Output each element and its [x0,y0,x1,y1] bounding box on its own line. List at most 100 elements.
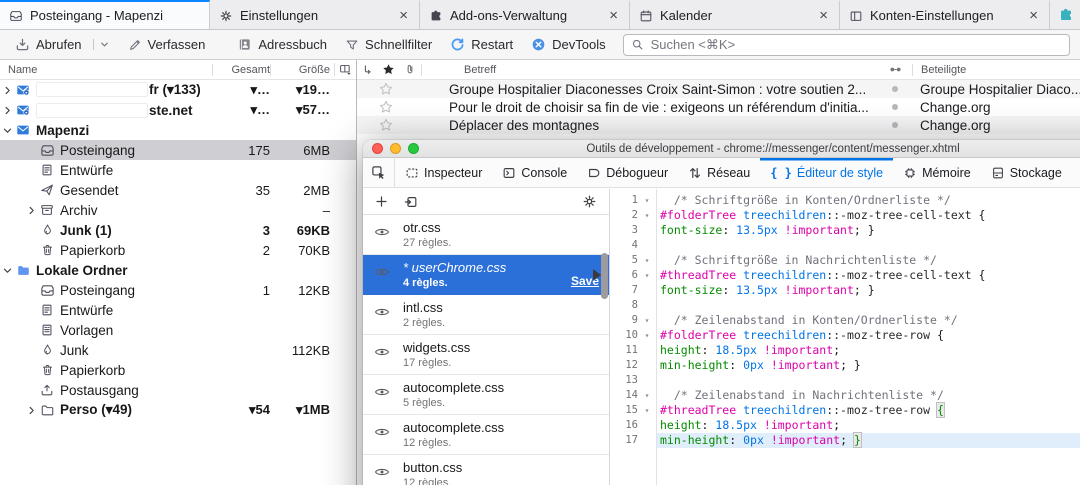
message-row[interactable]: Pour le droit de choisir sa fin de vie :… [357,98,1080,116]
chevron-right-icon[interactable] [0,105,14,116]
eye-icon[interactable] [374,346,390,358]
folder-row[interactable]: Papierkorb270KB [0,240,356,260]
chevron-right-icon[interactable] [24,405,38,416]
fold-arrow-icon[interactable]: ▾ [638,328,656,343]
read-column-button[interactable] [878,64,912,75]
attachment-column-button[interactable] [399,63,421,76]
star-toggle[interactable] [357,82,397,96]
code-line[interactable]: 17min-height: 0px !important; } [610,433,1080,448]
restart-button[interactable]: Restart [441,33,522,57]
tab-addons[interactable]: Add-ons-Verwaltung × [420,0,630,29]
folder-row[interactable]: Posteingang112KB [0,280,356,300]
close-icon[interactable]: × [397,8,410,23]
fold-arrow-icon[interactable]: ▾ [638,208,656,223]
column-header-beteiligte[interactable]: Beteiligte [912,64,1080,76]
folder-row[interactable]: fr (▾133)▾…▾19… [0,80,356,100]
eye-icon[interactable] [374,306,390,318]
devtools-tab-r-seau[interactable]: Réseau [678,158,760,187]
compose-button[interactable]: Verfassen [119,33,215,57]
code-line[interactable]: 16height: 18.5px !important; [610,418,1080,433]
message-row[interactable]: Déplacer des montagnesChange.org [357,116,1080,134]
chevron-down-icon[interactable] [0,265,14,276]
eye-icon[interactable] [374,426,390,438]
code-line[interactable]: 2▾#folderTree treechildren::-moz-tree-ce… [610,208,1080,223]
code-line[interactable]: 7font-size: 13.5px !important; } [610,283,1080,298]
get-messages-dropdown[interactable] [93,39,110,50]
devtools-tab--diteur-de-style[interactable]: { }Éditeur de style [760,158,893,187]
code-line[interactable]: 5▾ /* Schriftgröße in Nachrichtenliste *… [610,253,1080,268]
search-field[interactable] [623,34,1070,56]
import-sheet-button[interactable] [404,195,418,209]
tab-konten-einstellungen[interactable]: Konten-Einstellungen × [840,0,1050,29]
tab-einstellungen[interactable]: Einstellungen × [210,0,420,29]
search-input[interactable] [649,36,1062,53]
code-line[interactable]: 9▾ /* Zeilenabstand in Konten/Ordnerlist… [610,313,1080,328]
folder-row[interactable]: Posteingang1756MB [0,140,356,160]
folder-row[interactable]: Lokale Ordner [0,260,356,280]
fold-arrow-icon[interactable]: ▾ [638,193,656,208]
stylesheet-item[interactable]: autocomplete.css5 règles. [363,375,609,415]
stylesheet-item[interactable]: widgets.css17 règles. [363,335,609,375]
stylesheet-item[interactable]: * userChrome.css4 règles.Save [363,255,609,295]
folder-row[interactable]: Entwürfe [0,160,356,180]
code-line[interactable]: 14▾ /* Zeilenabstand in Nachrichtenliste… [610,388,1080,403]
fold-arrow-icon[interactable]: ▾ [638,388,656,403]
eye-icon[interactable] [374,266,390,278]
new-sheet-button[interactable] [375,195,388,208]
node-picker-button[interactable] [363,158,395,187]
star-toggle[interactable] [357,118,397,132]
column-picker-button[interactable] [334,63,356,76]
code-line[interactable]: 8 [610,298,1080,313]
code-line[interactable]: 4 [610,238,1080,253]
devtools-tab-d-bogueur[interactable]: Débogueur [577,158,678,187]
chevron-down-icon[interactable] [0,125,14,136]
folder-row[interactable]: Gesendet352MB [0,180,356,200]
star-column-button[interactable] [377,63,399,76]
stylesheet-item[interactable]: button.css12 règles. [363,455,609,485]
chevron-right-icon[interactable] [24,205,38,216]
fold-arrow-icon[interactable]: ▾ [638,403,656,418]
css-source-editor[interactable]: 1▾ /* Schriftgröße in Konten/Ordnerliste… [610,189,1080,485]
thread-column-button[interactable] [359,64,377,76]
tab-posteingang[interactable]: Posteingang - Mapenzi [0,0,210,29]
code-line[interactable]: 3font-size: 13.5px !important; } [610,223,1080,238]
column-header-groesse[interactable]: Größe [270,64,334,76]
star-toggle[interactable] [357,100,397,114]
folder-row[interactable]: Postausgang [0,380,356,400]
code-line[interactable]: 10▾#folderTree treechildren::-moz-tree-r… [610,328,1080,343]
devtools-tab-inspecteur[interactable]: Inspecteur [395,158,492,187]
code-line[interactable]: 13 [610,373,1080,388]
options-gear-button[interactable] [582,194,597,209]
stylesheet-item[interactable]: otr.css27 règles. [363,215,609,255]
devtools-titlebar[interactable]: Outils de développement - chrome://messe… [363,140,1080,158]
scrollbar-thumb[interactable] [601,253,608,299]
column-header-betreff[interactable]: Betreff [421,64,878,76]
folder-row[interactable]: Junk (1)369KB [0,220,356,240]
message-row[interactable]: Groupe Hospitalier Diaconesses Croix Sai… [357,80,1080,98]
tab-kalender[interactable]: Kalender × [630,0,840,29]
folder-row[interactable]: ste.net▾…▾57… [0,100,356,120]
stylesheet-item[interactable]: autocomplete.css12 règles. [363,415,609,455]
folder-row[interactable]: Junk112KB [0,340,356,360]
code-line[interactable]: 12min-height: 0px !important; } [610,358,1080,373]
eye-icon[interactable] [374,386,390,398]
folder-row[interactable]: Vorlagen [0,320,356,340]
column-header-gesamt[interactable]: Gesamt [212,64,270,76]
eye-icon[interactable] [374,226,390,238]
folder-row[interactable]: Perso (▾49)▾54▾1MB [0,400,356,420]
quickfilter-button[interactable]: Schnellfilter [336,33,441,57]
stylesheet-item[interactable]: intl.css2 règles. [363,295,609,335]
devtools-tab-m-moire[interactable]: Mémoire [893,158,981,187]
code-line[interactable]: 1▾ /* Schriftgröße in Konten/Ordnerliste… [610,193,1080,208]
fold-arrow-icon[interactable]: ▾ [638,313,656,328]
fold-arrow-icon[interactable]: ▾ [638,253,656,268]
folder-row[interactable]: Entwürfe [0,300,356,320]
fold-arrow-icon[interactable]: ▾ [638,268,656,283]
extension-button[interactable] [1050,0,1074,29]
devtools-tab-stockage[interactable]: Stockage [981,158,1072,187]
column-header-name[interactable]: Name [0,64,212,76]
chevron-right-icon[interactable] [0,85,14,96]
devtools-button[interactable]: DevTools [522,33,614,57]
folder-row[interactable]: Archiv– [0,200,356,220]
close-icon[interactable]: × [1027,8,1040,23]
